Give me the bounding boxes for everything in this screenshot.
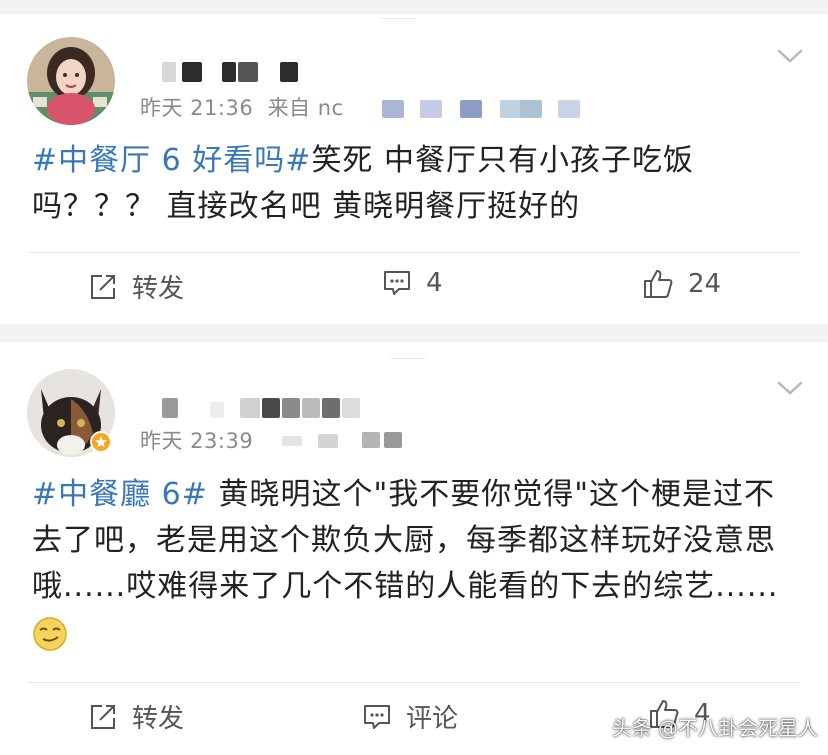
like-count: 24 <box>688 269 722 299</box>
chevron-down-icon[interactable] <box>775 46 805 66</box>
comment-icon <box>364 704 390 729</box>
blurred-username <box>262 398 280 418</box>
post-meta: 昨天 21:36 来自 nc <box>140 92 344 122</box>
blurred-username <box>322 398 340 418</box>
blurred-username <box>222 62 236 82</box>
topic-link[interactable]: #中餐廳 6# <box>32 477 208 512</box>
blurred-source <box>384 432 402 448</box>
repost-button[interactable]: 转发 <box>88 268 184 305</box>
repost-button[interactable]: 转发 <box>88 698 184 735</box>
smirk-emoji-icon <box>32 616 68 652</box>
blurred-source <box>558 100 580 118</box>
blurred-username <box>162 62 176 82</box>
verified-badge-icon <box>90 431 112 453</box>
blurred-source <box>420 100 442 118</box>
blurred-username <box>302 398 320 418</box>
comment-count: 4 <box>426 268 443 298</box>
post-time: 昨天 23:39 <box>140 429 254 453</box>
comment-label: 评论 <box>406 704 459 734</box>
repost-label: 转发 <box>132 704 185 734</box>
blurred-username <box>210 402 224 418</box>
repost-label: 转发 <box>132 274 185 304</box>
blurred-source <box>282 436 302 446</box>
weibo-post-2: 昨天 23:39 #中餐廳 6# 黄晓明这个"我不要你觉得"这个梗是过不去了吧，… <box>0 342 828 755</box>
thumbs-up-icon <box>644 270 673 298</box>
repost-icon <box>91 274 115 299</box>
comment-button[interactable]: 评论 <box>362 698 458 735</box>
blurred-source <box>460 100 482 118</box>
blurred-source <box>520 100 542 118</box>
post-text: #中餐厅 6 好看吗#笑死 中餐厅只有小孩子吃饭吗？？？ 直接改名吧 黄晓明餐厅… <box>32 138 802 230</box>
blurred-username <box>162 398 178 418</box>
blurred-username <box>282 398 300 418</box>
divider <box>28 252 800 253</box>
post-text: #中餐廳 6# 黄晓明这个"我不要你觉得"这个梗是过不去了吧，老是用这个欺负大厨… <box>32 472 802 656</box>
blurred-source <box>318 434 338 448</box>
divider <box>390 358 426 359</box>
post-meta: 昨天 23:39 <box>140 425 253 455</box>
post-source: 来自 nc <box>267 96 344 120</box>
repost-icon <box>91 704 115 729</box>
blurred-username <box>280 62 298 82</box>
blurred-source <box>382 100 404 118</box>
avatar[interactable] <box>27 37 115 125</box>
post-time: 昨天 21:36 <box>140 96 254 120</box>
blurred-username <box>342 398 360 418</box>
topic-link[interactable]: #中餐厅 6 好看吗# <box>32 143 311 178</box>
comment-button[interactable]: 4 <box>382 268 443 298</box>
comment-icon <box>384 271 410 295</box>
divider <box>28 682 800 683</box>
like-button[interactable]: 24 <box>642 268 721 300</box>
watermark: 头条 @不八卦会死星人 <box>611 716 818 740</box>
weibo-post-1: 昨天 21:36 来自 nc #中餐厅 6 好看吗#笑死 中餐厅只有小孩子吃饭吗… <box>0 14 828 324</box>
blurred-source <box>362 432 380 448</box>
blurred-username <box>182 62 202 82</box>
blurred-source <box>500 100 522 118</box>
blurred-username <box>240 398 260 418</box>
divider <box>380 18 416 19</box>
chevron-down-icon[interactable] <box>775 378 805 398</box>
blurred-username <box>238 62 258 82</box>
